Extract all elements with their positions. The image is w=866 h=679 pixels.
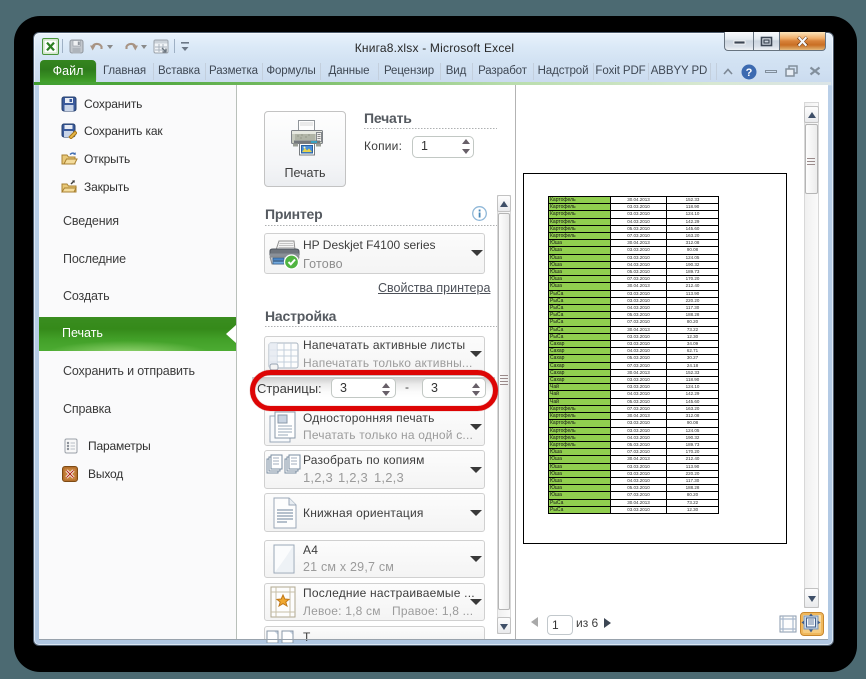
svg-text:?: ? (746, 67, 753, 79)
